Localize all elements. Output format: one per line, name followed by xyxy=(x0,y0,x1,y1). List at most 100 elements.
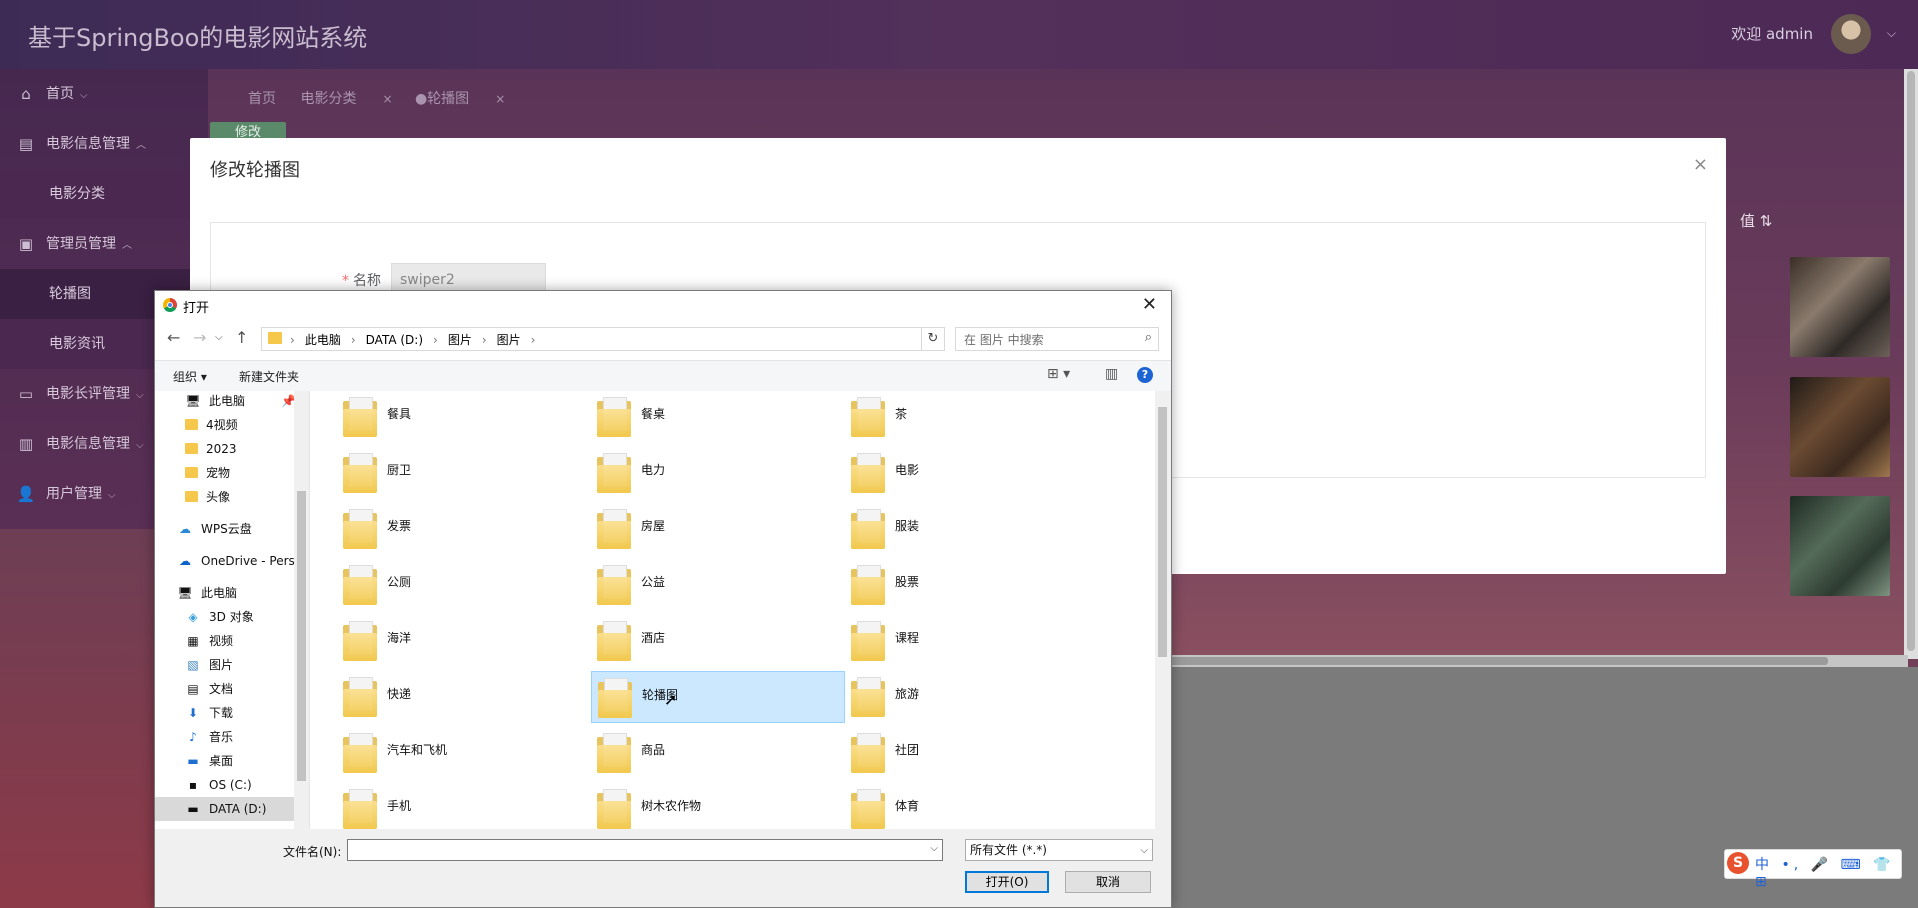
nav-item[interactable]: ▪ OS (C:) xyxy=(185,773,252,797)
page-vertical-scrollbar[interactable] xyxy=(1904,69,1918,659)
nav-item[interactable]: ☁ WPS云盘 xyxy=(177,517,252,541)
nav-item[interactable]: 宠物 xyxy=(185,461,230,485)
sidebar-item-admin[interactable]: ▣ 管理员管理 ︿ xyxy=(0,219,208,269)
folder-item[interactable]: 餐桌 xyxy=(591,391,845,443)
nav-item[interactable]: ◈ 3D 对象 xyxy=(185,605,253,629)
file-list-scrollbar[interactable] xyxy=(1155,391,1170,829)
nav-item[interactable]: ▬ 桌面 xyxy=(185,749,233,773)
welcome-text: 欢迎 admin xyxy=(1731,25,1813,43)
path-segment[interactable]: 图片 xyxy=(448,333,472,347)
folder-item[interactable]: 茶 xyxy=(845,391,1099,443)
folder-name: 汽车和飞机 xyxy=(387,743,448,757)
nav-item[interactable]: ▬ DATA (D:) xyxy=(155,797,294,821)
path-segment[interactable]: 此电脑 xyxy=(305,333,341,347)
recent-dropdown-icon[interactable]: ⌵ xyxy=(215,332,223,343)
folder-icon xyxy=(343,453,377,493)
folder-item[interactable]: 厨卫 xyxy=(337,447,591,499)
table-header-value[interactable]: 值 ⇅ xyxy=(1740,210,1900,240)
chevron-down-icon[interactable]: ⌵ xyxy=(930,843,938,854)
nav-item[interactable]: ▧ 图片 xyxy=(185,653,233,677)
ime-status: 中 •, 🎤 ⌨ 👕 ⊞ xyxy=(1755,857,1895,890)
folder-item[interactable]: 旅游 xyxy=(845,671,1099,723)
folder-item[interactable]: 树木农作物 xyxy=(591,783,845,829)
folder-icon xyxy=(851,789,885,829)
sidebar-item-home[interactable]: ⌂ 首页 ⌵ xyxy=(0,69,208,119)
folder-item[interactable]: 电影 xyxy=(845,447,1099,499)
folder-item[interactable]: 课程 xyxy=(845,615,1099,667)
nav-pane-scrollbar[interactable] xyxy=(294,391,309,829)
nav-item[interactable]: ▤ 文档 xyxy=(185,677,233,701)
folder-item[interactable]: 房屋 xyxy=(591,503,845,555)
folder-item[interactable]: 服装 xyxy=(845,503,1099,555)
forward-arrow-icon[interactable]: → xyxy=(193,328,206,347)
close-icon[interactable]: × xyxy=(382,92,392,106)
cancel-button[interactable]: 取消 xyxy=(1065,871,1151,893)
folder-item[interactable]: 社团 xyxy=(845,727,1099,779)
folder-icon xyxy=(597,621,631,661)
nav-item[interactable]: ▦ 视频 xyxy=(185,629,233,653)
filetype-select[interactable]: 所有文件 (*.*) ⌵ xyxy=(965,839,1153,861)
nav-item-label: 音乐 xyxy=(209,730,234,744)
open-file-dialog: 打开 ✕ ← → ⌵ ↑ ›此电脑›DATA (D:)›图片›图片› ⌵ ↻ 在… xyxy=(154,290,1172,908)
address-path: › 此电脑 › DATA (D:) › 图片 › 图片 › xyxy=(290,333,536,347)
nav-item[interactable]: ☁ OneDrive - Personal xyxy=(177,549,309,573)
folder-icon xyxy=(851,621,885,661)
nav-item[interactable]: ⬇ 下载 xyxy=(185,701,233,725)
up-arrow-icon[interactable]: ↑ xyxy=(235,328,248,347)
nav-item[interactable]: 4视频 xyxy=(185,413,238,437)
tab-carousel[interactable]: ●轮播图 xyxy=(415,91,469,107)
filename-input[interactable]: ⌵ xyxy=(347,839,943,861)
tab-home[interactable]: 首页 xyxy=(248,91,276,107)
tab-movie-category[interactable]: 电影分类 xyxy=(300,91,356,107)
folder-item[interactable]: 汽车和飞机 xyxy=(337,727,591,779)
view-options-icon[interactable]: ⊞ ▾ xyxy=(1047,366,1070,382)
folder-item[interactable]: 海洋 xyxy=(337,615,591,667)
nav-item[interactable]: ♪ 音乐 xyxy=(185,725,233,749)
close-icon[interactable]: × xyxy=(1693,154,1708,175)
folder-item[interactable]: 快递 xyxy=(337,671,591,723)
folder-icon xyxy=(343,789,377,829)
folder-item[interactable]: 发票 xyxy=(337,503,591,555)
folder-item[interactable]: 手机 xyxy=(337,783,591,829)
folder-item-selected[interactable]: 轮播图 xyxy=(591,671,845,723)
folder-item[interactable]: 股票 xyxy=(845,559,1099,611)
preview-pane-icon[interactable]: ▥ xyxy=(1105,366,1118,382)
nav-item-label: 头像 xyxy=(206,490,231,504)
folder-item[interactable]: 电力 xyxy=(591,447,845,499)
dialog-title: 打开 xyxy=(183,301,210,316)
new-folder-button[interactable]: 新建文件夹 xyxy=(239,368,299,385)
open-button[interactable]: 打开(O) xyxy=(965,871,1049,893)
folder-item[interactable]: 商品 xyxy=(591,727,845,779)
sidebar-item-movie-info[interactable]: ▤ 电影信息管理 ︿ xyxy=(0,119,208,169)
navigation-bar: ← → ⌵ ↑ ›此电脑›DATA (D:)›图片›图片› ⌵ ↻ 在 图片 中… xyxy=(155,320,1171,360)
path-segment[interactable]: DATA (D:) xyxy=(366,333,423,347)
folder-name: 茶 xyxy=(895,407,908,421)
close-icon[interactable]: × xyxy=(495,92,505,106)
close-icon[interactable]: ✕ xyxy=(1142,294,1157,315)
folder-name: 发票 xyxy=(387,519,412,533)
search-input[interactable]: 在 图片 中搜索 ⌕ xyxy=(955,327,1159,351)
folder-item[interactable]: 公益 xyxy=(591,559,845,611)
nav-item[interactable]: 🖥 此电脑 xyxy=(177,581,237,605)
organize-button[interactable]: 组织 ▾ xyxy=(173,368,207,385)
ime-toolbar[interactable]: S 中 •, 🎤 ⌨ 👕 ⊞ xyxy=(1724,849,1902,890)
chevron-down-icon[interactable]: ⌵ xyxy=(1887,26,1896,41)
app-title: 基于SpringBoo的电影网站系统 xyxy=(28,24,368,52)
help-icon[interactable]: ? xyxy=(1137,367,1153,383)
nav-item[interactable]: 头像 xyxy=(185,485,230,509)
avatar[interactable] xyxy=(1831,14,1871,54)
nav-item[interactable]: 🖥 此电脑 📌 xyxy=(185,391,296,413)
folder-name: 服装 xyxy=(895,519,920,533)
refresh-icon[interactable]: ↻ xyxy=(921,327,945,351)
nav-item-label: 下载 xyxy=(209,706,234,720)
folder-item[interactable]: 公厕 xyxy=(337,559,591,611)
back-arrow-icon[interactable]: ← xyxy=(167,328,180,347)
folder-item[interactable]: 餐具 xyxy=(337,391,591,443)
folder-item[interactable]: 体育 xyxy=(845,783,1099,829)
path-segment[interactable]: 图片 xyxy=(497,333,521,347)
sidebar-item-label: 轮播图 xyxy=(49,286,91,302)
address-bar[interactable]: ›此电脑›DATA (D:)›图片›图片› ⌵ xyxy=(261,327,935,351)
folder-item[interactable]: 酒店 xyxy=(591,615,845,667)
sidebar-item-movie-category[interactable]: 电影分类 xyxy=(0,169,208,219)
nav-item[interactable]: 2023 xyxy=(185,437,237,461)
